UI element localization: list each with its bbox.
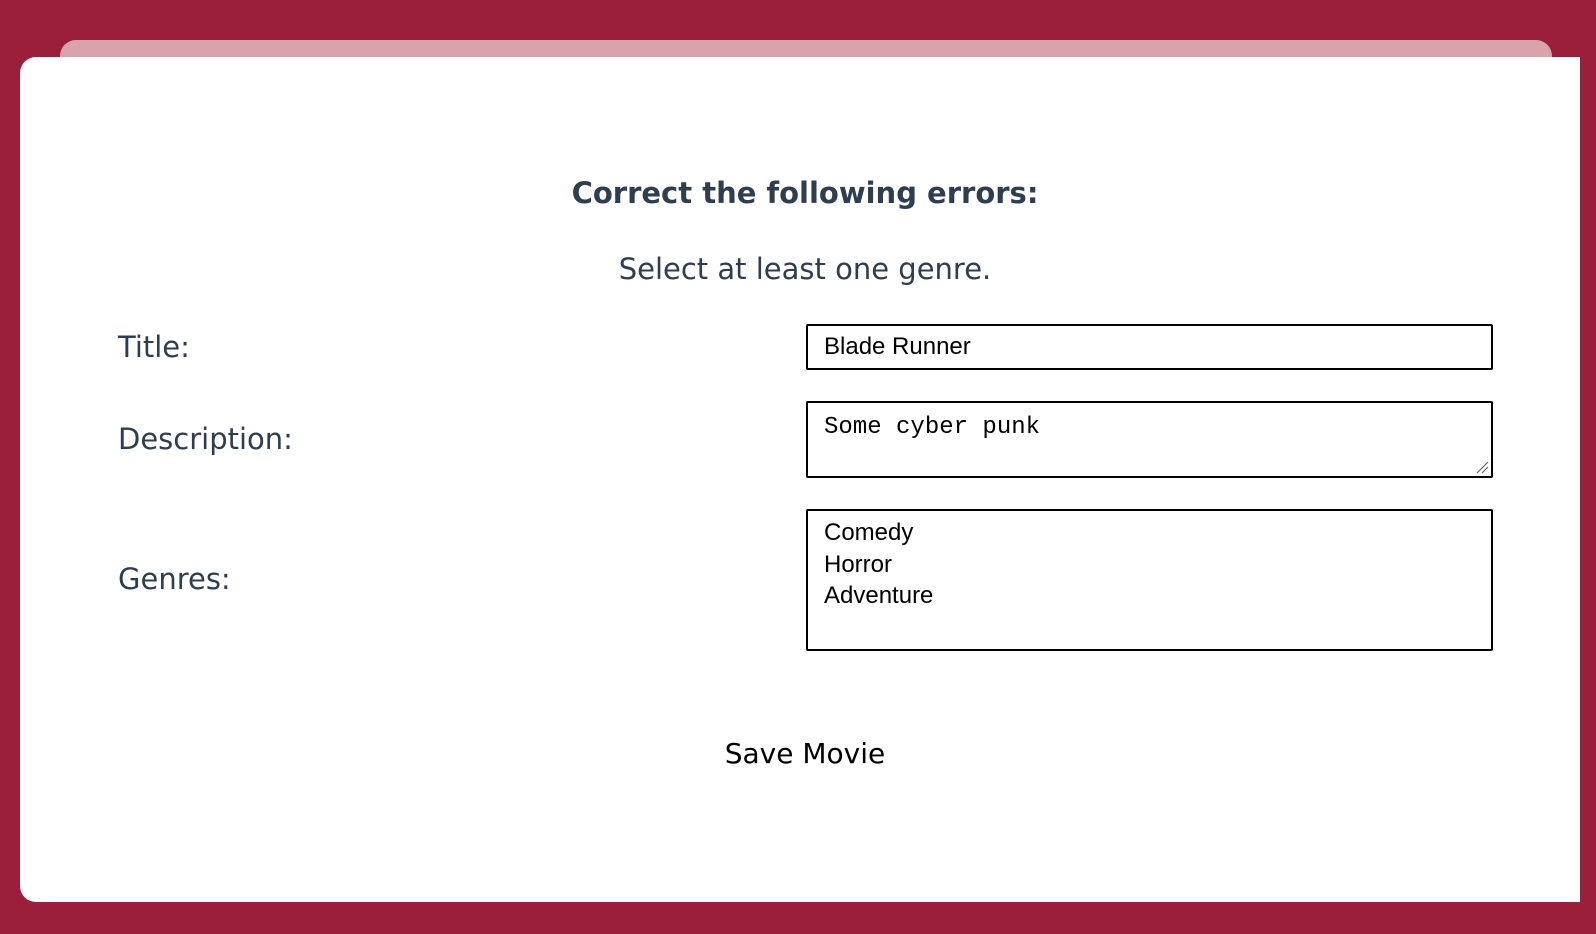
genre-option-adventure[interactable]: Adventure bbox=[824, 580, 1475, 612]
genres-select[interactable]: Comedy Horror Adventure bbox=[806, 509, 1493, 651]
title-input[interactable]: Blade Runner bbox=[806, 324, 1493, 370]
resize-grip-icon[interactable] bbox=[1475, 460, 1489, 474]
description-textarea[interactable]: Some cyber punk bbox=[806, 401, 1493, 478]
genre-option-comedy[interactable]: Comedy bbox=[824, 517, 1475, 549]
genres-label: Genres: bbox=[118, 562, 231, 596]
genre-option-horror[interactable]: Horror bbox=[824, 549, 1475, 581]
description-label: Description: bbox=[118, 422, 293, 456]
save-movie-button[interactable]: Save Movie bbox=[0, 737, 1596, 770]
description-text: Some cyber punk bbox=[824, 414, 1041, 441]
error-message: Select at least one genre. bbox=[618, 252, 992, 286]
title-label: Title: bbox=[118, 330, 190, 364]
errors-heading: Correct the following errors: bbox=[571, 176, 1039, 210]
